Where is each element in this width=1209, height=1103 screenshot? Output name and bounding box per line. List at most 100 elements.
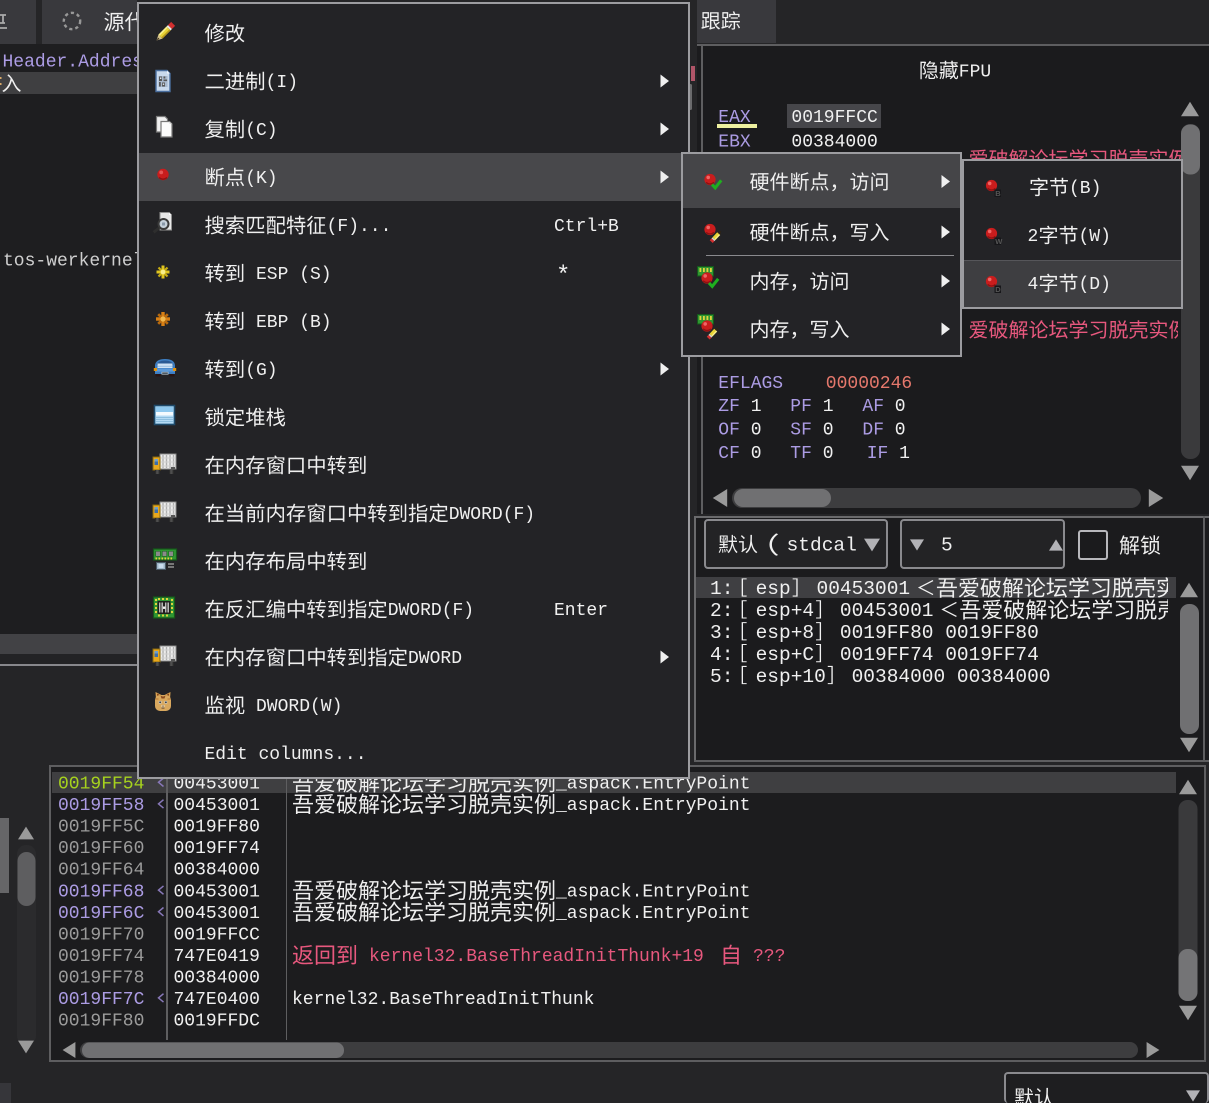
svg-text:0019FF5C: 0019FF5C [58, 818, 145, 838]
svg-text:(B): (B) [299, 313, 331, 333]
svg-text:CF: CF [718, 444, 740, 464]
svg-text:3:: 3: [710, 622, 733, 644]
svg-text:(K): (K) [245, 169, 277, 189]
svg-text:0019FF80: 0019FF80 [840, 622, 934, 644]
svg-text:DWORD: DWORD [408, 649, 462, 669]
svg-text:0019FF74: 0019FF74 [945, 644, 1039, 666]
svg-text:0019FF54: 0019FF54 [58, 775, 144, 795]
svg-text:4:: 4: [710, 644, 733, 666]
svg-text:0019FF74: 0019FF74 [58, 947, 144, 967]
svg-text:0: 0 [823, 444, 834, 464]
svg-text:Enter: Enter [554, 601, 608, 621]
svg-text:SF: SF [790, 421, 812, 441]
svg-text:_aspack.EntryPoint: _aspack.EntryPoint [555, 882, 750, 902]
svg-text:0019FF6C: 0019FF6C [58, 904, 145, 924]
svg-text:TF: TF [790, 444, 812, 464]
svg-text:00384000: 00384000 [174, 969, 260, 989]
svg-text:0019FF60: 0019FF60 [58, 839, 144, 859]
svg-text:DF: DF [862, 421, 884, 441]
svg-text:2: 2 [1028, 227, 1039, 247]
svg-text:???: ??? [753, 947, 785, 967]
svg-text:(W): (W) [1079, 227, 1111, 247]
svg-text:EBP: EBP [256, 313, 288, 333]
svg-text:0019FF70: 0019FF70 [58, 925, 144, 945]
svg-text:00384000: 00384000 [957, 666, 1051, 688]
svg-text:1: 1 [823, 397, 834, 417]
svg-text:0019FF64: 0019FF64 [58, 861, 144, 881]
svg-text:tos-werkernel: tos-werkernel [3, 252, 143, 272]
svg-text:747E0419: 747E0419 [174, 947, 260, 967]
svg-text:747E0400: 747E0400 [174, 990, 260, 1010]
svg-text:0019FF80: 0019FF80 [945, 622, 1039, 644]
svg-text:2:: 2: [710, 600, 733, 622]
svg-text:kernel32.BaseThreadInitThunk: kernel32.BaseThreadInitThunk [292, 990, 594, 1010]
svg-text:kernel32.BaseThreadInitThunk+1: kernel32.BaseThreadInitThunk+19 [369, 947, 704, 967]
svg-text:00384000: 00384000 [174, 861, 260, 881]
svg-text:_aspack.EntryPoint: _aspack.EntryPoint [555, 775, 750, 795]
svg-text:0019FF7C: 0019FF7C [58, 990, 145, 1010]
svg-text:DWORD(F): DWORD(F) [388, 601, 474, 621]
svg-text:0: 0 [751, 421, 762, 441]
svg-text:4: 4 [1028, 275, 1039, 295]
svg-text:00000246: 00000246 [826, 374, 912, 394]
svg-text:1:: 1: [710, 578, 733, 600]
svg-text:_aspack.EntryPoint: _aspack.EntryPoint [555, 796, 750, 816]
svg-text:1: 1 [751, 397, 762, 417]
svg-text:1: 1 [899, 444, 910, 464]
svg-text:Header.Addres: Header.Addres [3, 53, 143, 73]
svg-text:ESP: ESP [256, 265, 288, 285]
svg-text:OF: OF [718, 421, 740, 441]
svg-text:stdcal: stdcal [787, 535, 857, 557]
svg-text:PF: PF [790, 397, 812, 417]
svg-text:(D): (D) [1079, 275, 1111, 295]
svg-text:5: 5 [941, 535, 953, 557]
svg-text:Edit columns...: Edit columns... [205, 745, 367, 765]
svg-text:DWORD(W): DWORD(W) [256, 697, 342, 717]
svg-text:00384000: 00384000 [852, 666, 946, 688]
svg-text:0019FF68: 0019FF68 [58, 882, 144, 902]
svg-text:0019FF74: 0019FF74 [174, 839, 260, 859]
svg-text:0019FFCC: 0019FFCC [174, 925, 261, 945]
svg-text:(F)...: (F)... [327, 217, 392, 237]
svg-text:esp: esp [756, 578, 791, 600]
svg-text:EBX: EBX [718, 133, 751, 153]
svg-text:IF: IF [867, 444, 889, 464]
svg-text:0: 0 [895, 421, 906, 441]
svg-text:00453001: 00453001 [174, 882, 260, 902]
svg-text:0019FF58: 0019FF58 [58, 796, 144, 816]
svg-text:EAX: EAX [718, 108, 751, 128]
svg-text:(C): (C) [245, 121, 277, 141]
svg-text:0019FF80: 0019FF80 [174, 818, 260, 838]
svg-text:esp+8: esp+8 [756, 622, 815, 644]
svg-text:00453001: 00453001 [174, 904, 260, 924]
svg-text:(G): (G) [245, 361, 277, 381]
svg-text:0: 0 [823, 421, 834, 441]
svg-text:esp+C: esp+C [756, 644, 815, 666]
svg-text:00453001: 00453001 [840, 600, 934, 622]
svg-text:00453001: 00453001 [174, 796, 260, 816]
svg-text:5:: 5: [710, 666, 733, 688]
svg-text:0019FF74: 0019FF74 [840, 644, 934, 666]
svg-text:AF: AF [862, 397, 884, 417]
svg-text:0019FFDC: 0019FFDC [174, 1012, 261, 1032]
svg-text:(S): (S) [299, 265, 331, 285]
svg-text:ZF: ZF [718, 397, 740, 417]
svg-text:esp+10: esp+10 [756, 666, 826, 688]
svg-text:_aspack.EntryPoint: _aspack.EntryPoint [555, 904, 750, 924]
svg-text:(B): (B) [1069, 179, 1101, 199]
svg-text:00384000: 00384000 [791, 133, 877, 153]
svg-text:0: 0 [895, 397, 906, 417]
svg-text:00453001: 00453001 [174, 775, 260, 795]
svg-text:DWORD(F): DWORD(F) [449, 505, 535, 525]
svg-text:0019FF78: 0019FF78 [58, 969, 144, 989]
svg-text:*: * [556, 263, 570, 290]
svg-text:00453001: 00453001 [817, 578, 911, 600]
svg-text:FPU: FPU [959, 63, 991, 83]
svg-text:0019FFCC: 0019FFCC [791, 108, 878, 128]
svg-text:0: 0 [751, 444, 762, 464]
svg-text:(I): (I) [266, 73, 298, 93]
svg-text:0019FF80: 0019FF80 [58, 1012, 144, 1032]
svg-text:Ctrl+B: Ctrl+B [554, 217, 619, 237]
svg-text:esp+4: esp+4 [756, 600, 815, 622]
svg-text:EFLAGS: EFLAGS [718, 374, 783, 394]
